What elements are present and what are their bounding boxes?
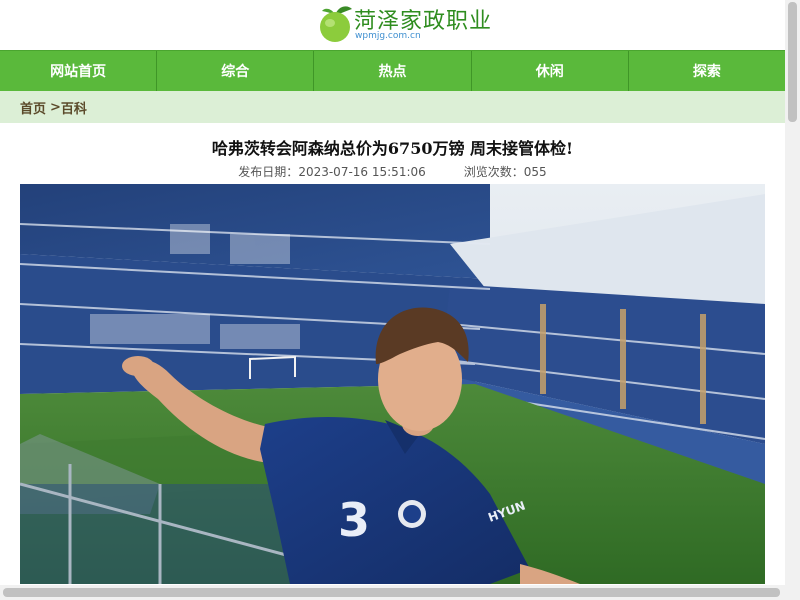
article-title: 哈弗茨转会阿森纳总价为6750万镑 周末接管体检! xyxy=(211,139,574,158)
stadium-photo: 3 HYUN xyxy=(20,184,765,584)
breadcrumb-current-link[interactable]: 百科 xyxy=(61,98,87,117)
lemon-logo-icon xyxy=(320,6,352,42)
view-count-label: 浏览次数： xyxy=(463,165,524,179)
site-header: 菏泽家政职业 wpmjg.com.cn xyxy=(0,0,785,50)
breadcrumb: 首页 > 百科 xyxy=(0,91,785,123)
site-domain: wpmjg.com.cn xyxy=(355,31,421,41)
article-hero-image: 3 HYUN xyxy=(20,184,765,584)
horizontal-scroll-thumb[interactable] xyxy=(3,588,780,597)
svg-text:3: 3 xyxy=(338,493,370,547)
main-nav: 网站首页 综合 热点 休闲 探索 xyxy=(0,50,785,91)
publish-date-value: 2023-07-16 15:51:06 xyxy=(298,165,426,179)
breadcrumb-home-link[interactable]: 首页 xyxy=(20,98,46,117)
page: 菏泽家政职业 wpmjg.com.cn 网站首页 综合 热点 休闲 探索 首页 … xyxy=(0,0,785,600)
article-meta: 发布日期：2023-07-16 15:51:06 浏览次数：055 xyxy=(0,163,785,180)
view-count: 浏览次数：055 xyxy=(464,163,547,180)
nav-item-home[interactable]: 网站首页 xyxy=(0,51,158,91)
breadcrumb-separator: > xyxy=(50,99,61,115)
view-count-value: 055 xyxy=(523,165,547,179)
nav-item-explore[interactable]: 探索 xyxy=(629,51,785,91)
vertical-scrollbar[interactable] xyxy=(785,0,800,600)
publish-date: 发布日期：2023-07-16 15:51:06 xyxy=(238,163,425,180)
nav-item-leisure[interactable]: 休闲 xyxy=(472,51,629,91)
horizontal-scrollbar[interactable] xyxy=(0,585,785,600)
publish-date-label: 发布日期： xyxy=(238,165,299,179)
nav-item-hot[interactable]: 热点 xyxy=(314,51,472,91)
vertical-scroll-thumb[interactable] xyxy=(788,2,797,122)
nav-item-general[interactable]: 综合 xyxy=(157,51,315,91)
site-logo[interactable]: 菏泽家政职业 wpmjg.com.cn xyxy=(318,3,491,47)
